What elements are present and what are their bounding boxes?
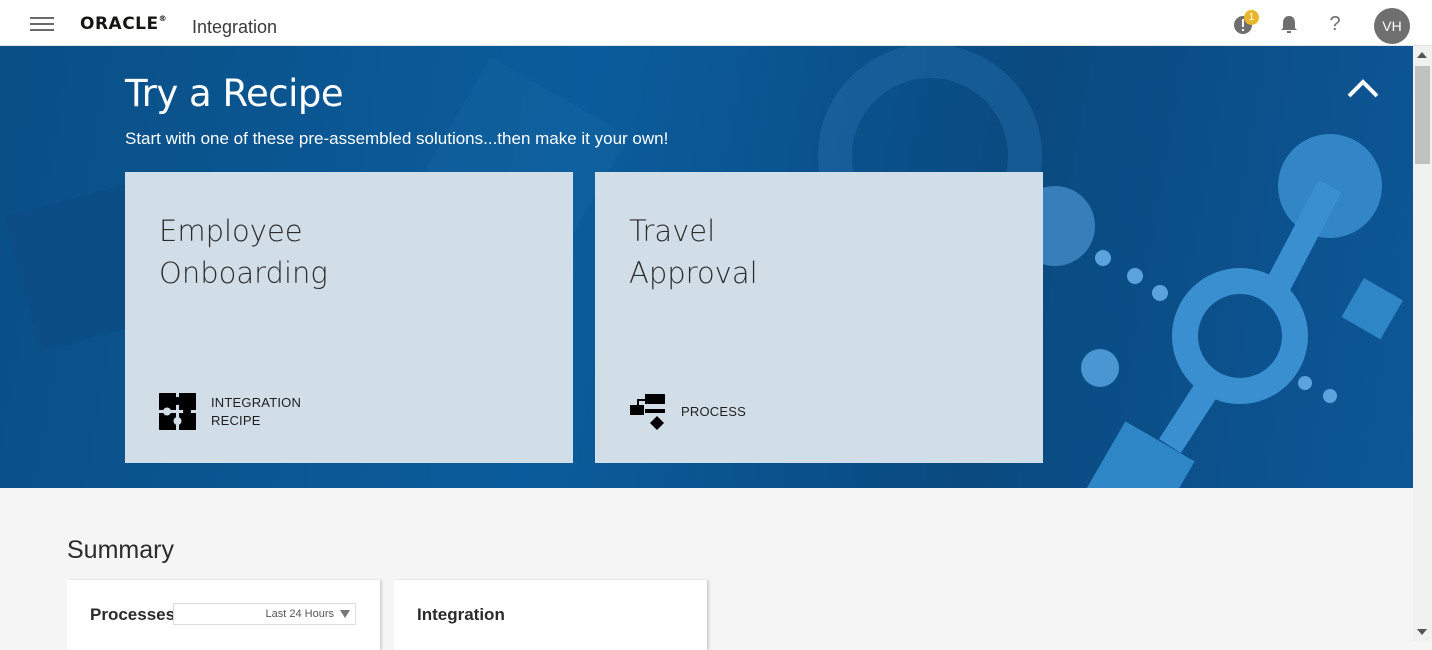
panel-title: Integration [417, 605, 505, 624]
notification-badge: 1 [1244, 10, 1259, 25]
card-title: Travel Approval [629, 214, 758, 290]
recipe-card-travel-approval[interactable]: Travel Approval PROCESS [595, 172, 1043, 463]
puzzle-icon [159, 393, 196, 430]
scroll-down-arrow-icon[interactable] [1417, 629, 1427, 635]
user-avatar[interactable]: VH [1374, 8, 1410, 44]
scroll-up-arrow-icon[interactable] [1417, 52, 1427, 58]
card-type-label: PROCESS [681, 404, 746, 419]
banner-title: Try a Recipe [125, 72, 344, 115]
recipe-card-employee-onboarding[interactable]: Employee Onboarding INTEGRATION RECIPE [125, 172, 573, 463]
top-bar: ORACLE® Integration 1 ? VH [0, 0, 1432, 46]
hamburger-menu-icon[interactable] [30, 17, 54, 31]
oracle-logo: ORACLE® [80, 14, 168, 34]
help-icon[interactable]: ? [1324, 13, 1346, 35]
caret-down-icon [340, 610, 350, 618]
integration-panel: Integration [394, 580, 707, 650]
page-scrollbar[interactable] [1413, 46, 1432, 641]
bell-icon[interactable] [1278, 13, 1300, 35]
collapse-chevron-up-icon[interactable] [1346, 76, 1380, 100]
banner-subtitle: Start with one of these pre-assembled so… [125, 129, 669, 148]
time-range-select[interactable]: Last 24 Hours [173, 603, 356, 625]
app-name: Integration [192, 17, 278, 37]
card-title: Employee Onboarding [159, 214, 328, 290]
card-type-label: INTEGRATION RECIPE [211, 395, 302, 428]
process-flow-icon [629, 393, 666, 430]
select-value: Last 24 Hours [265, 608, 334, 620]
panel-title: Processes [90, 605, 176, 624]
recipe-banner: Try a Recipe Start with one of these pre… [0, 46, 1413, 488]
scroll-thumb[interactable] [1415, 66, 1430, 164]
summary-heading: Summary [67, 536, 174, 564]
processes-panel: Processes Last 24 Hours [67, 580, 380, 650]
